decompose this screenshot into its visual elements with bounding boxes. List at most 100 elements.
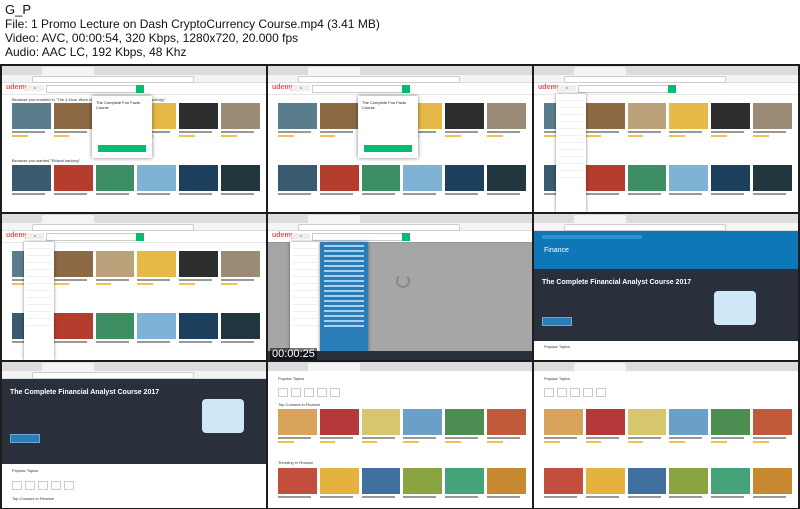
menu-item[interactable] [27, 243, 51, 249]
course-card[interactable] [544, 409, 583, 449]
search-input[interactable] [312, 233, 404, 241]
menu-item[interactable] [27, 250, 51, 256]
course-card[interactable] [361, 165, 401, 205]
menu-item[interactable] [27, 257, 51, 263]
course-card[interactable] [711, 103, 751, 143]
categories-button[interactable]: ≡ [558, 85, 576, 91]
menu-item[interactable] [293, 320, 317, 326]
course-card[interactable] [585, 409, 625, 449]
course-card[interactable] [53, 165, 93, 205]
url-field[interactable] [32, 76, 194, 83]
url-field[interactable] [32, 224, 194, 231]
course-card[interactable] [669, 409, 709, 449]
course-card[interactable] [487, 103, 526, 143]
course-card[interactable] [711, 468, 751, 508]
course-card[interactable] [221, 165, 260, 205]
menu-item[interactable] [293, 257, 317, 263]
course-card[interactable] [278, 468, 317, 508]
course-card[interactable] [137, 251, 177, 291]
course-card[interactable] [53, 313, 93, 353]
course-card[interactable] [137, 165, 177, 205]
course-card[interactable] [585, 103, 625, 143]
course-card[interactable] [12, 103, 51, 143]
menu-item[interactable] [559, 172, 583, 178]
topic-pill[interactable] [317, 388, 327, 397]
course-card[interactable] [627, 103, 667, 143]
browser-tab[interactable] [308, 215, 360, 223]
url-field[interactable] [32, 372, 194, 379]
menu-item[interactable] [559, 123, 583, 129]
course-card[interactable] [669, 103, 709, 143]
search-input[interactable] [578, 85, 670, 93]
menu-item[interactable] [293, 264, 317, 270]
menu-item[interactable] [27, 292, 51, 298]
topic-pill[interactable] [12, 481, 22, 490]
menu-item[interactable] [293, 278, 317, 284]
menu-item[interactable] [559, 130, 583, 136]
course-card[interactable] [137, 313, 177, 353]
course-card[interactable] [361, 409, 401, 449]
course-card[interactable] [319, 468, 359, 508]
search-button[interactable] [668, 85, 676, 93]
menu-item[interactable] [293, 250, 317, 256]
search-input[interactable] [46, 85, 138, 93]
course-card[interactable] [403, 165, 443, 205]
course-card[interactable] [627, 468, 667, 508]
course-card[interactable] [361, 468, 401, 508]
topic-pill[interactable] [557, 388, 567, 397]
course-card[interactable] [319, 409, 359, 449]
menu-item[interactable] [559, 144, 583, 150]
url-field[interactable] [564, 76, 726, 83]
menu-item[interactable] [559, 151, 583, 157]
course-card[interactable] [278, 165, 317, 205]
course-card[interactable] [319, 165, 359, 205]
browser-tab[interactable] [308, 363, 360, 371]
add-to-cart-button[interactable] [98, 145, 146, 152]
menu-item[interactable] [293, 285, 317, 291]
menu-item[interactable] [559, 165, 583, 171]
course-card[interactable] [487, 409, 526, 449]
categories-button[interactable]: ≡ [26, 85, 44, 91]
topic-pill[interactable] [38, 481, 48, 490]
course-card[interactable] [753, 103, 792, 143]
course-card[interactable] [221, 103, 260, 143]
menu-item[interactable] [27, 271, 51, 277]
menu-item[interactable] [559, 102, 583, 108]
categories-button[interactable]: ≡ [292, 85, 310, 91]
menu-item[interactable] [293, 313, 317, 319]
menu-item[interactable] [293, 271, 317, 277]
course-card[interactable] [627, 409, 667, 449]
course-card[interactable] [95, 313, 135, 353]
menu-item[interactable] [27, 264, 51, 270]
course-card[interactable] [319, 103, 359, 143]
topic-pill[interactable] [278, 388, 288, 397]
course-card[interactable] [179, 313, 219, 353]
browser-tab[interactable] [42, 215, 94, 223]
course-card[interactable] [669, 165, 709, 205]
topic-pill[interactable] [291, 388, 301, 397]
explore-course-button[interactable] [10, 434, 40, 443]
course-card[interactable] [711, 409, 751, 449]
course-card[interactable] [278, 409, 317, 449]
course-card[interactable] [753, 468, 792, 508]
menu-item[interactable] [27, 306, 51, 312]
menu-item[interactable] [293, 306, 317, 312]
menu-item[interactable] [559, 158, 583, 164]
browser-tab[interactable] [574, 363, 626, 371]
course-card[interactable] [403, 409, 443, 449]
search-button[interactable] [136, 85, 144, 93]
course-card[interactable] [445, 468, 485, 508]
topic-pill[interactable] [304, 388, 314, 397]
topic-pill[interactable] [570, 388, 580, 397]
menu-item[interactable] [293, 243, 317, 249]
course-card[interactable] [95, 165, 135, 205]
menu-item[interactable] [27, 285, 51, 291]
course-card[interactable] [221, 313, 260, 353]
menu-item[interactable] [559, 95, 583, 101]
url-field[interactable] [564, 224, 726, 231]
menu-item[interactable] [293, 299, 317, 305]
course-card[interactable] [445, 165, 485, 205]
menu-item[interactable] [293, 292, 317, 298]
course-card[interactable] [179, 103, 219, 143]
course-card[interactable] [53, 251, 93, 291]
